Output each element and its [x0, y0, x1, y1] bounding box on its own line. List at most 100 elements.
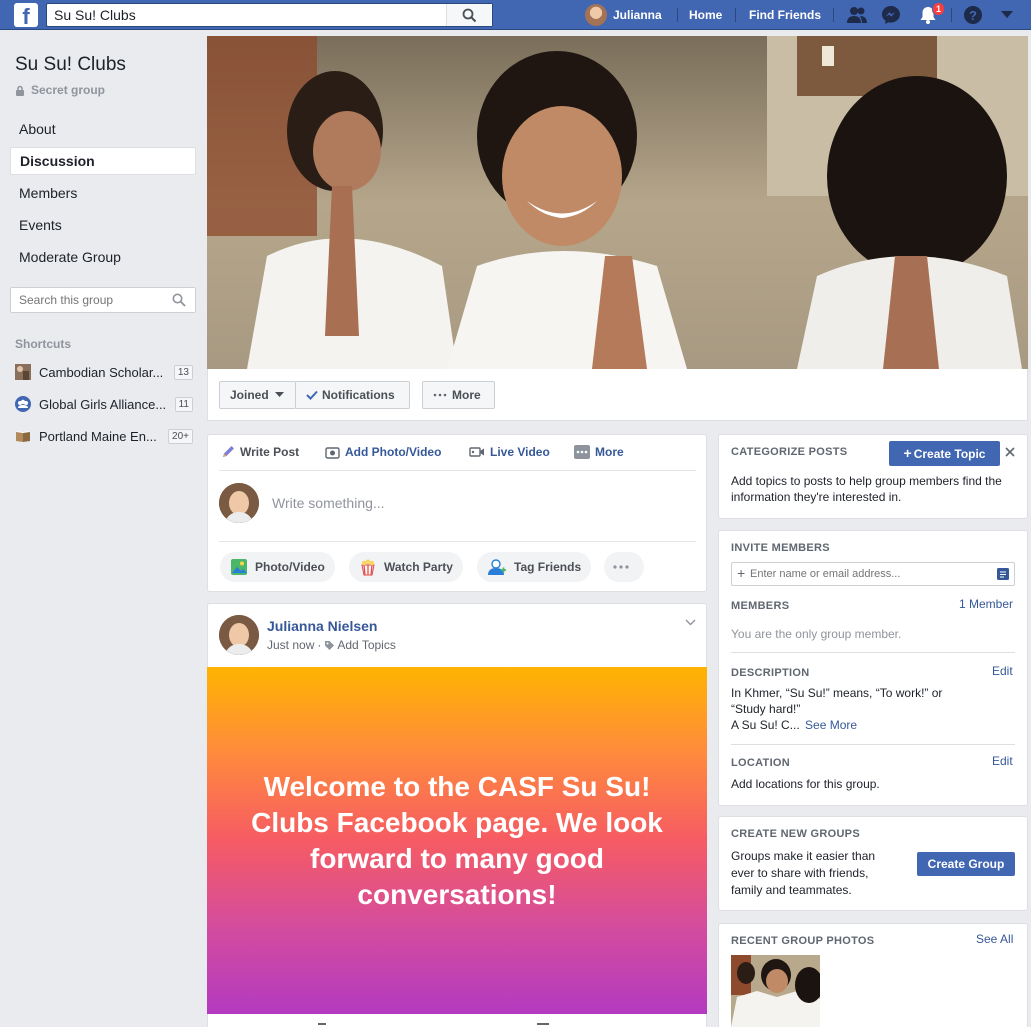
tab-live-video-label: Live Video — [490, 445, 550, 459]
nav-item-events[interactable]: Events — [10, 211, 196, 239]
video-camera-icon — [469, 447, 484, 457]
tab-add-photo-video-label: Add Photo/Video — [345, 445, 442, 459]
post-meta: Just now · Add Topics — [267, 638, 396, 652]
tag-friends-button[interactable]: Tag Friends — [477, 552, 592, 582]
contact-list-icon[interactable] — [997, 568, 1009, 580]
more-options-button[interactable] — [604, 552, 644, 582]
more-button[interactable]: More — [422, 381, 495, 409]
shortcut-item[interactable]: Cambodian Scholar... 13 — [15, 362, 193, 382]
tab-live-video[interactable]: Live Video — [469, 445, 550, 459]
post-colored-background: Welcome to the CASF Su Su! Clubs Faceboo… — [207, 667, 707, 1014]
more-label: More — [452, 388, 481, 402]
book-icon — [16, 431, 30, 442]
search-button[interactable] — [446, 4, 492, 26]
divider — [731, 652, 1015, 653]
shortcut-item[interactable]: Portland Maine En... 20+ — [15, 426, 193, 446]
recent-photos-card: RECENT GROUP PHOTOS See All — [718, 923, 1028, 1027]
like-icon[interactable] — [318, 1023, 326, 1027]
add-topics-link[interactable]: Add Topics — [337, 638, 395, 652]
nav-item-members[interactable]: Members — [10, 179, 196, 207]
post-options-chevron-icon[interactable] — [685, 619, 696, 626]
post-timestamp[interactable]: Just now — [267, 638, 314, 652]
notifications-button[interactable]: Notifications — [295, 381, 410, 409]
tag-friends-icon — [488, 559, 506, 575]
cover-photo[interactable] — [207, 36, 1028, 369]
edit-description-link[interactable]: Edit — [992, 664, 1013, 678]
shortcuts-heading: Shortcuts — [15, 337, 72, 351]
watch-party-button[interactable]: Watch Party — [349, 552, 463, 582]
composer-placeholder[interactable]: Write something... — [272, 495, 385, 511]
divider — [735, 8, 736, 22]
account-menu-caret-icon[interactable] — [1001, 11, 1013, 19]
shortcut-label: Global Girls Alliance... — [39, 396, 167, 412]
top-navigation-bar: f Julianna Home Find Friends 1 ? — [0, 0, 1031, 30]
profile-link[interactable]: Julianna — [585, 4, 662, 26]
create-groups-line-2: ever to share with friends, — [731, 866, 869, 880]
see-more-link[interactable]: See More — [805, 718, 857, 732]
close-icon[interactable] — [1005, 447, 1015, 457]
see-all-photos-link[interactable]: See All — [976, 932, 1013, 946]
plus-icon: + — [737, 565, 746, 581]
nav-item-about[interactable]: About — [10, 115, 196, 143]
create-groups-card: CREATE NEW GROUPS Groups make it easier … — [718, 816, 1028, 911]
comment-icon[interactable] — [537, 1023, 549, 1027]
tab-more[interactable]: More — [574, 445, 624, 459]
group-info-card: INVITE MEMBERS + MEMBERS 1 Member You ar… — [718, 530, 1028, 806]
profile-name: Julianna — [613, 8, 662, 22]
post-author-link[interactable]: Julianna Nielsen — [267, 618, 377, 634]
tab-write-post[interactable]: Write Post — [221, 445, 299, 459]
group-photo-icon — [15, 364, 31, 380]
create-groups-line-1: Groups make it easier than — [731, 849, 876, 863]
nav-item-moderate-group[interactable]: Moderate Group — [10, 243, 196, 271]
create-topic-button[interactable]: + Create Topic — [889, 441, 1000, 466]
edit-location-link[interactable]: Edit — [992, 754, 1013, 768]
members-heading: MEMBERS — [731, 600, 790, 612]
facebook-logo-icon[interactable]: f — [14, 3, 38, 27]
search-icon[interactable] — [172, 293, 186, 307]
joined-label: Joined — [230, 388, 269, 402]
checkmark-icon — [306, 390, 318, 400]
create-group-button[interactable]: Create Group — [917, 852, 1015, 876]
group-search-input[interactable] — [11, 288, 161, 312]
categorize-posts-card: CATEGORIZE POSTS + Create Topic Add topic… — [718, 434, 1028, 519]
notifications-label: Notifications — [322, 388, 395, 402]
description-excerpt: A Su Su! C... — [731, 718, 800, 732]
post-action-bar — [207, 1014, 707, 1027]
global-search-input[interactable] — [47, 4, 442, 26]
messenger-icon[interactable] — [881, 5, 901, 25]
global-search — [46, 3, 493, 27]
shortcut-label: Cambodian Scholar... — [39, 364, 164, 380]
shortcut-count-badge: 13 — [173, 364, 193, 380]
avatar[interactable] — [219, 615, 259, 655]
recent-photo-thumbnail[interactable] — [731, 955, 820, 1027]
tab-write-post-label: Write Post — [240, 445, 300, 459]
watch-party-label: Watch Party — [384, 560, 453, 574]
post-text: Welcome to the CASF Su Su! Clubs Faceboo… — [251, 770, 663, 910]
search-icon — [462, 8, 477, 23]
home-link[interactable]: Home — [689, 0, 722, 30]
help-icon[interactable]: ? — [963, 5, 983, 25]
avatar[interactable] — [219, 483, 259, 523]
invite-input[interactable] — [750, 563, 990, 585]
categorize-heading: CATEGORIZE POSTS — [731, 446, 848, 458]
member-count-link[interactable]: 1 Member — [959, 597, 1013, 611]
divider — [951, 8, 952, 22]
friend-requests-icon[interactable] — [846, 5, 868, 25]
description-line-3: A Su Su! C... See More — [731, 717, 857, 733]
create-groups-heading: CREATE NEW GROUPS — [731, 828, 860, 840]
nav-item-discussion[interactable]: Discussion — [10, 147, 196, 175]
tab-add-photo-video[interactable]: Add Photo/Video — [325, 445, 441, 459]
group-name[interactable]: Su Su! Clubs — [15, 54, 126, 76]
divider — [833, 8, 834, 22]
photo-thumbnail-image — [731, 955, 820, 1027]
camera-icon — [325, 446, 340, 459]
joined-button[interactable]: Joined — [219, 381, 296, 409]
cover-photo-image — [207, 36, 1028, 369]
divider — [677, 8, 678, 22]
find-friends-link[interactable]: Find Friends — [749, 0, 821, 30]
shortcut-item[interactable]: Global Girls Alliance... 11 — [15, 394, 193, 414]
tag-icon — [325, 640, 335, 650]
avatar — [585, 4, 607, 26]
meta-separator: · — [317, 638, 322, 652]
photo-video-button[interactable]: Photo/Video — [220, 552, 335, 582]
